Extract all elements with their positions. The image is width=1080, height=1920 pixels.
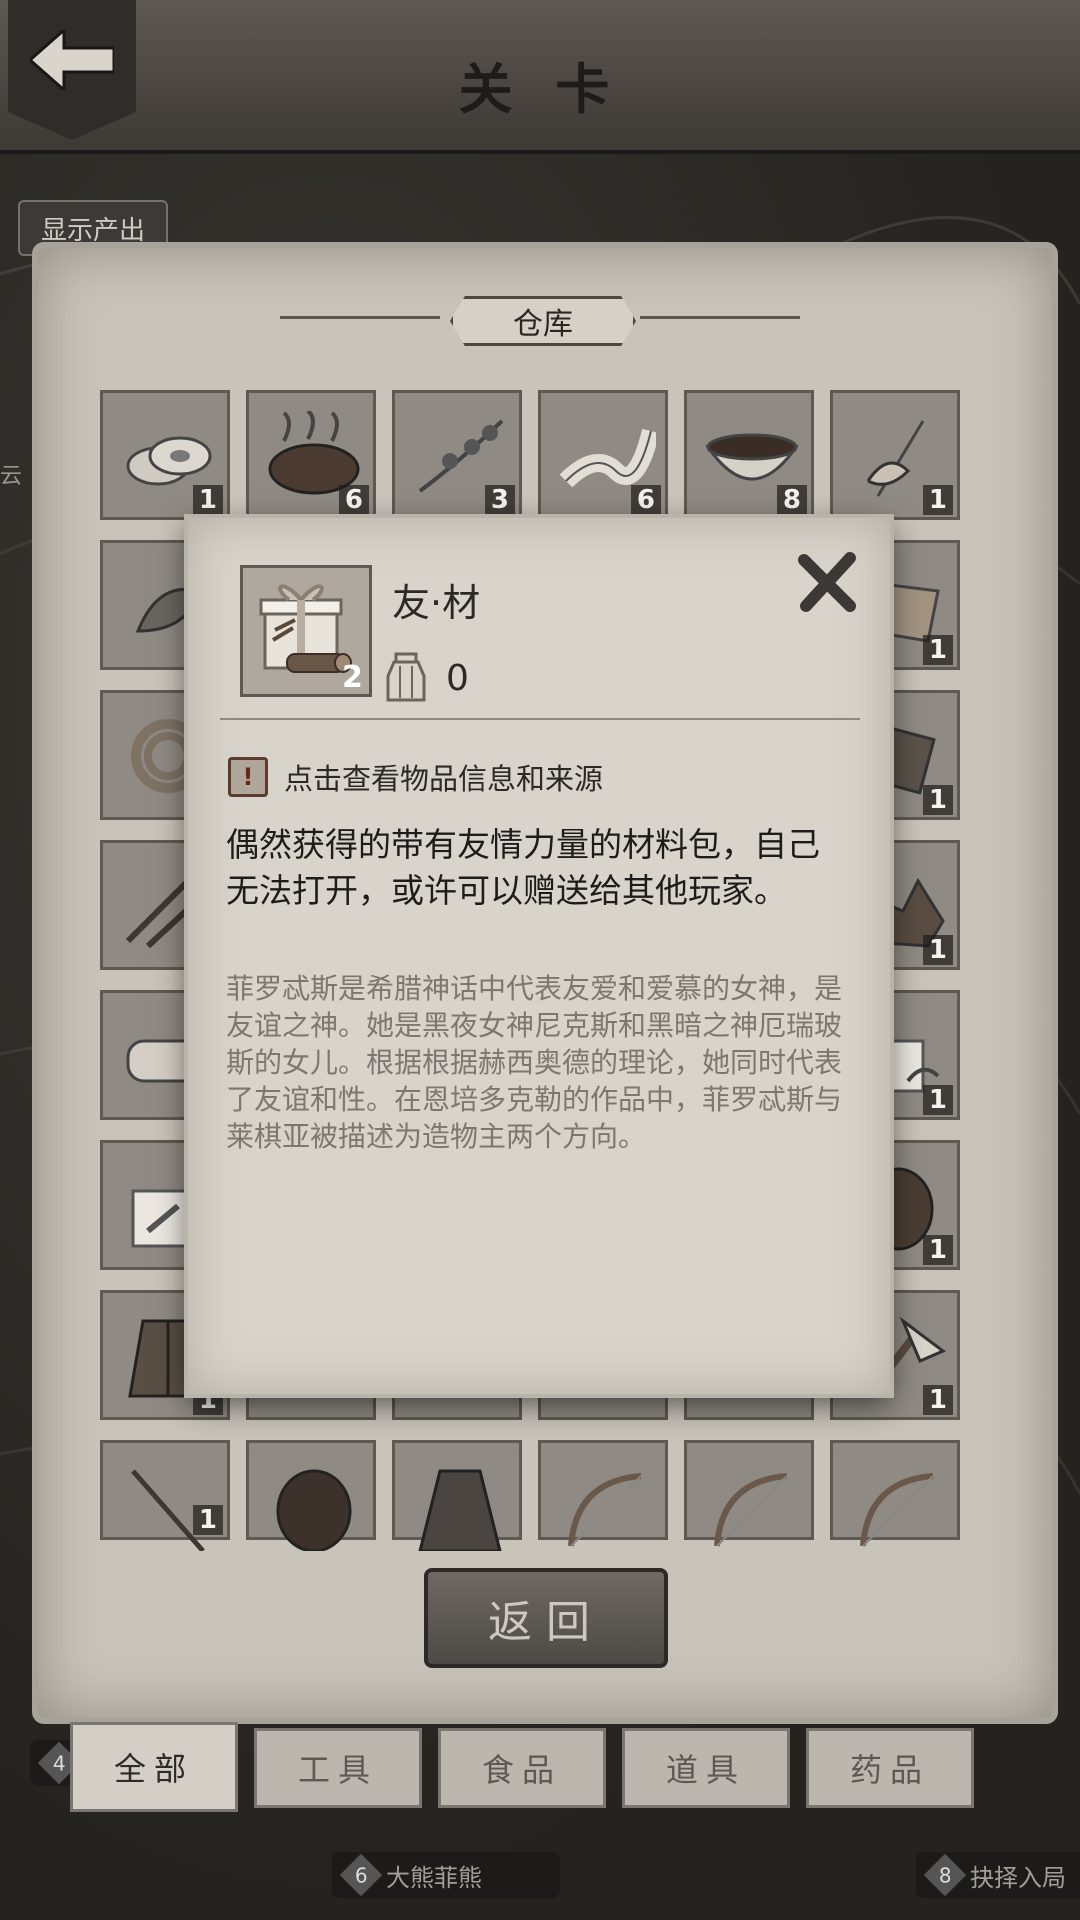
inventory-slot[interactable] — [538, 1440, 668, 1547]
dialog-divider — [220, 718, 860, 720]
item-count: 1 — [922, 785, 953, 815]
item-count: 1 — [922, 1235, 953, 1265]
return-button[interactable]: 返回 — [424, 1568, 668, 1668]
stage-node-8[interactable]: 8 抉择入局 — [916, 1852, 1080, 1898]
back-button[interactable] — [8, 0, 136, 140]
item-count: 6 — [338, 485, 369, 515]
bow-icon — [702, 1461, 802, 1551]
item-count: 6 — [630, 485, 661, 515]
back-arrow-icon — [30, 30, 114, 90]
item-count: 1 — [192, 485, 223, 515]
dialog-item-count: 2 — [342, 660, 363, 695]
dialog-owned-count: 0 — [446, 658, 469, 699]
coat-icon — [410, 1461, 510, 1553]
map-side-label: 云 — [0, 464, 23, 489]
stage-label: 抉择入局 — [970, 1863, 1066, 1892]
warehouse-title: 仓库 — [450, 296, 636, 346]
item-count: 1 — [922, 1085, 953, 1115]
item-count: 1 — [192, 1505, 223, 1535]
item-count: 1 — [922, 485, 953, 515]
item-count: 1 — [922, 1385, 953, 1415]
wood-shield-icon — [264, 1461, 364, 1553]
inventory-slot[interactable]: 3 — [392, 390, 522, 520]
inventory-slot[interactable]: 6 — [246, 390, 376, 520]
view-info-hint[interactable]: ! 点击查看物品信息和来源 — [228, 756, 603, 798]
dialog-item-name: 友·材 — [392, 581, 481, 625]
inventory-slot[interactable]: 1 — [830, 390, 960, 520]
item-count: 8 — [776, 485, 807, 515]
title-ornament-left — [280, 316, 440, 319]
item-count: 1 — [922, 635, 953, 665]
dialog-description: 偶然获得的带有友情力量的材料包，自己无法打开，或许可以赠送给其他玩家。 — [226, 825, 820, 910]
page-title: 关 卡 — [458, 57, 622, 121]
tab-props[interactable]: 道具 — [622, 1728, 790, 1808]
close-icon[interactable] — [796, 550, 860, 614]
tab-tools[interactable]: 工具 — [254, 1728, 422, 1808]
exclamation-icon: ! — [228, 757, 268, 797]
stage-number-badge: 8 — [923, 1853, 967, 1897]
item-count: 1 — [922, 935, 953, 965]
item-count: 3 — [484, 485, 515, 515]
inventory-slot[interactable] — [684, 1440, 814, 1547]
inventory-slot[interactable]: 1 — [100, 1440, 230, 1553]
bow-icon — [556, 1461, 656, 1551]
stage-label: 大熊菲熊 — [386, 1863, 482, 1892]
stage-number-badge: 6 — [339, 1853, 383, 1897]
tab-medicine[interactable]: 药品 — [806, 1728, 974, 1808]
inventory-slot[interactable]: 6 — [538, 390, 668, 520]
inventory-slot[interactable]: 8 — [684, 390, 814, 520]
hint-text: 点击查看物品信息和来源 — [284, 762, 604, 796]
inventory-slot[interactable] — [246, 1440, 376, 1553]
tab-all[interactable]: 全部 — [70, 1722, 238, 1812]
jar-icon — [384, 652, 428, 706]
inventory-slot[interactable] — [830, 1440, 960, 1547]
stage-node-6[interactable]: 6 大熊菲熊 — [332, 1852, 560, 1898]
tab-food[interactable]: 食品 — [438, 1728, 606, 1808]
title-ornament-right — [640, 316, 800, 319]
dialog-lore: 菲罗忒斯是希腊神话中代表友爱和爱慕的女神，是友谊之神。她是黑夜女神尼克斯和黑暗之… — [226, 972, 843, 1153]
inventory-slot[interactable]: 1 — [100, 390, 230, 520]
bow-icon — [848, 1461, 948, 1551]
inventory-slot[interactable] — [392, 1440, 522, 1553]
